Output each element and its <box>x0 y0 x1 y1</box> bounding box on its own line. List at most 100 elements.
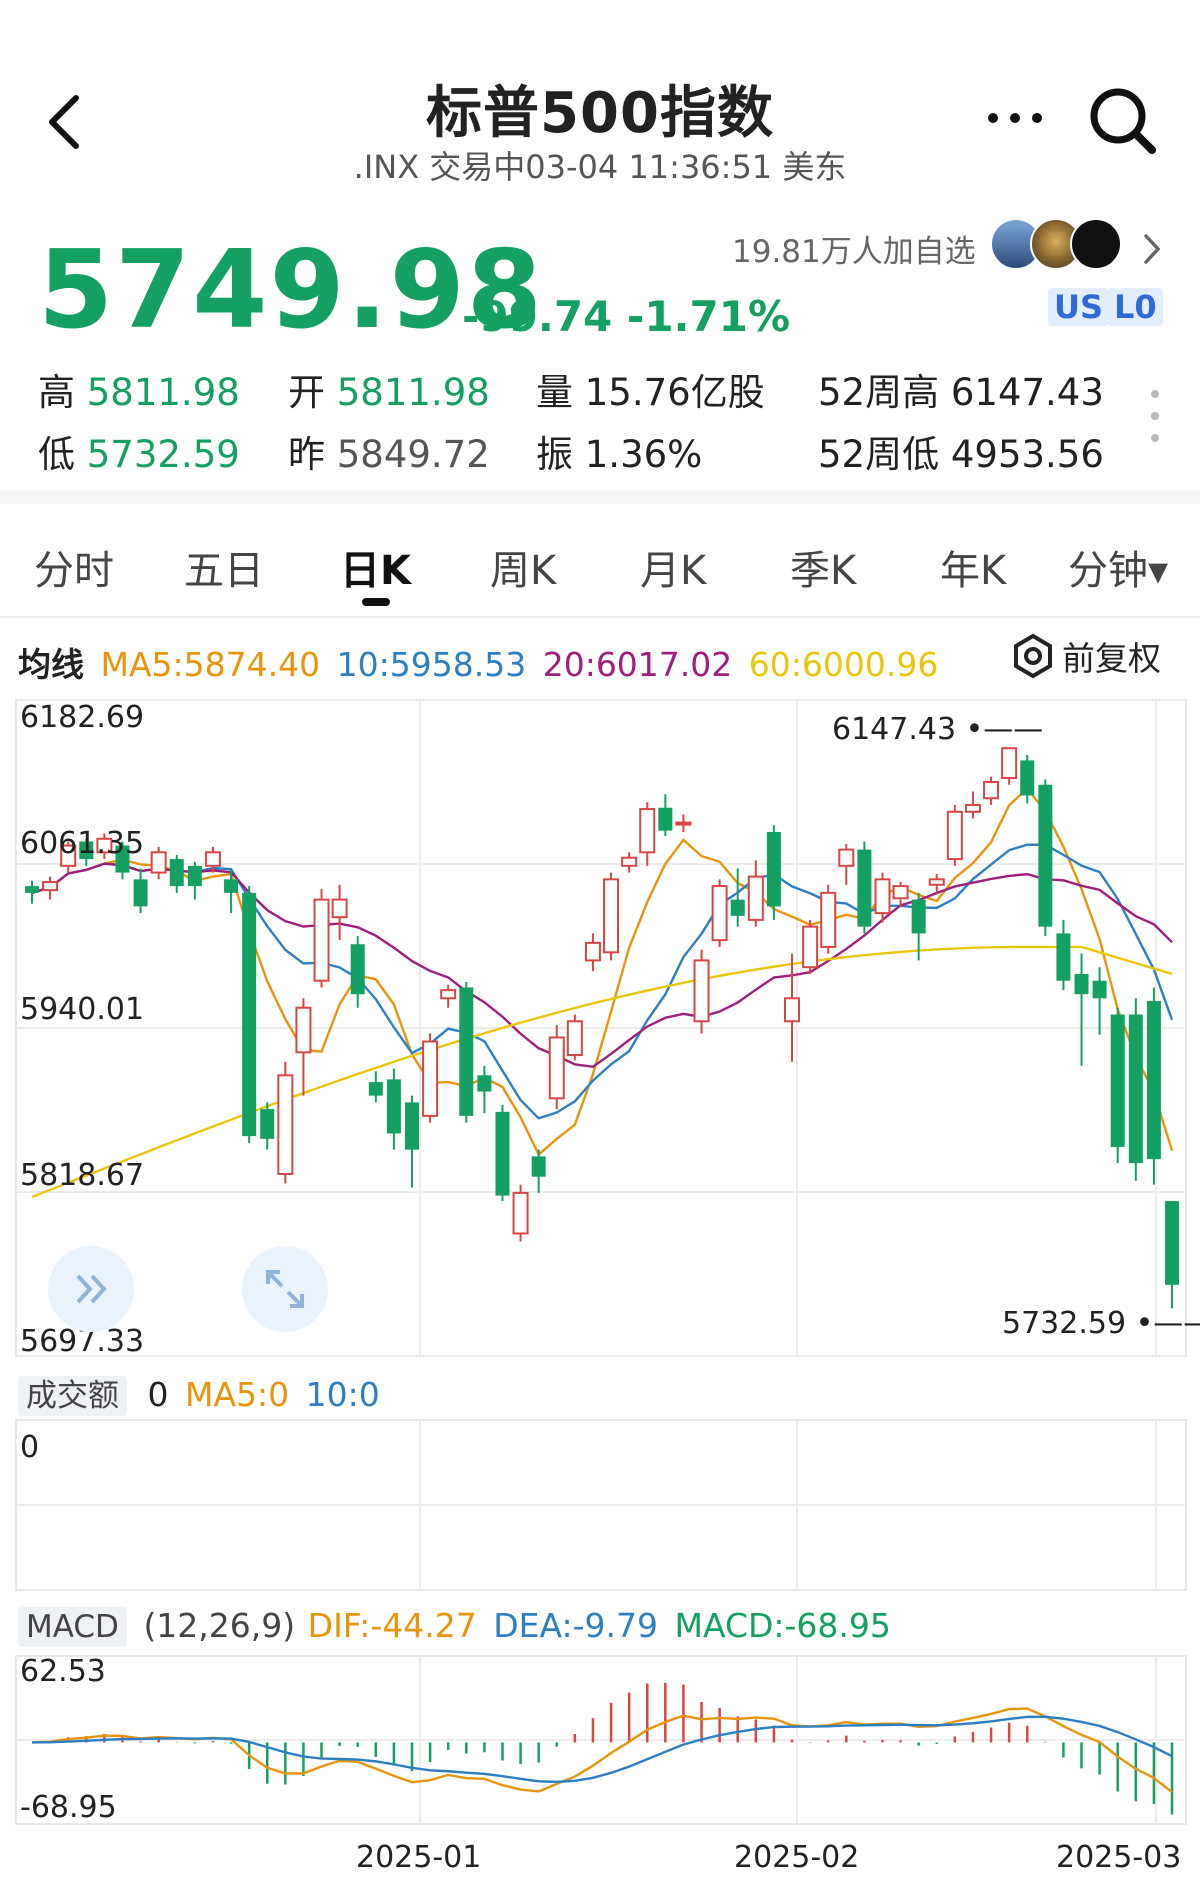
dea-line <box>31 1715 1173 1784</box>
y-tick-label: 5818.67 <box>20 1158 145 1193</box>
candle-body <box>1020 760 1035 796</box>
candle-body <box>711 885 728 942</box>
ma5-line <box>31 786 1174 1157</box>
x-tick-label: 2025-02 <box>734 1840 860 1875</box>
tab-daily-k[interactable]: 日K <box>340 538 411 596</box>
candle-body <box>531 1156 546 1177</box>
followers-count[interactable]: 19.81万人加自选 <box>732 226 976 271</box>
tab-quarterly-k[interactable]: 季K <box>790 538 856 596</box>
candle-body <box>405 1102 419 1150</box>
candle-body <box>548 1036 565 1100</box>
tab-divider <box>0 616 1200 618</box>
candle-body <box>747 875 764 921</box>
candle-body <box>838 848 855 867</box>
candle-body <box>422 1040 439 1117</box>
tab-five-day[interactable]: 五日 <box>184 538 264 596</box>
volume-axis-top: 0 <box>20 1430 40 1465</box>
search-icon[interactable] <box>1088 86 1158 156</box>
stat-prev-close: 昨 5849.72 <box>288 433 490 476</box>
stat-52w-low: 52周低 4953.56 <box>818 433 1104 476</box>
candle-body <box>42 881 59 892</box>
candle-body <box>204 851 221 867</box>
price-adjust-toggle[interactable]: 前复权 <box>1010 632 1161 680</box>
fullscreen-button[interactable] <box>242 1246 328 1332</box>
price-change: -99.74 -1.71% <box>462 292 791 341</box>
candle-body <box>386 1079 401 1134</box>
low-annotation: 5732.59 •—— <box>1002 1306 1200 1341</box>
tab-monthly-k[interactable]: 月K <box>640 538 706 596</box>
candle-body <box>1001 747 1018 779</box>
candle-body <box>1146 1000 1161 1160</box>
ma-legend: 均线 MA5:5874.40 10:5958.53 20:6017.02 60:… <box>18 645 939 684</box>
level-badge: L0 <box>1108 288 1163 326</box>
expand-arrows-icon <box>266 1270 304 1308</box>
candle-body <box>946 810 963 861</box>
high-annotation: 6147.43 •—— <box>832 712 1044 747</box>
stat-open: 开 5811.98 <box>288 371 490 414</box>
candle-body <box>1128 1014 1143 1164</box>
candle-body <box>512 1191 529 1235</box>
stat-amplitude: 振 1.36% <box>536 433 703 476</box>
candle-body <box>802 925 819 969</box>
ma20-line <box>31 862 1173 1069</box>
candle-body <box>874 878 891 915</box>
candle-body <box>295 1006 312 1054</box>
candle-body <box>1092 980 1107 999</box>
ma10-line <box>31 843 1174 1120</box>
candle-body <box>1056 933 1071 981</box>
candle-body <box>331 898 348 919</box>
candle-body <box>368 1082 383 1096</box>
candle-body <box>495 1111 510 1196</box>
volume-type-selector[interactable]: 成交额 <box>18 1376 127 1416</box>
candle-body <box>911 899 926 934</box>
candle-body <box>187 865 202 887</box>
y-tick-label: 6061.35 <box>20 826 145 861</box>
candle-body <box>440 989 457 1000</box>
candle-body <box>260 1109 275 1139</box>
candle-body <box>25 886 39 893</box>
macd-legend: MACD (12,26,9) DIF:-44.27 DEA:-9.79 MACD… <box>18 1606 891 1647</box>
candle-body <box>313 898 330 982</box>
candle-body <box>277 1074 294 1175</box>
stat-52w-high: 52周高 6147.43 <box>818 371 1104 414</box>
follower-avatar <box>1070 218 1122 270</box>
candle-body <box>675 821 692 826</box>
candlestick-chart[interactable] <box>0 690 1200 1887</box>
x-tick-label: 2025-03 <box>1056 1840 1182 1875</box>
tab-weekly-k[interactable]: 周K <box>490 538 556 596</box>
stat-high: 高 5811.98 <box>38 371 240 414</box>
candle-body <box>242 892 257 1137</box>
indicator-selector[interactable]: MACD <box>18 1607 127 1647</box>
candle-body <box>603 878 620 954</box>
candle-body <box>730 899 745 916</box>
section-divider <box>0 490 1200 504</box>
candle-body <box>150 851 167 874</box>
expand-history-button[interactable] <box>48 1246 134 1332</box>
candle-body <box>1110 1014 1125 1147</box>
stat-volume: 量 15.76亿股 <box>536 371 765 414</box>
candle-body <box>566 1020 583 1057</box>
candle-body <box>693 959 710 1023</box>
candle-body <box>639 808 656 854</box>
macd-axis-top: 62.53 <box>20 1654 106 1689</box>
double-chevron-right-icon <box>76 1274 107 1304</box>
tab-intraday[interactable]: 分时 <box>34 538 114 596</box>
candle-body <box>892 885 909 900</box>
candle-body <box>477 1075 492 1092</box>
candle-body <box>621 856 638 867</box>
status-bar <box>0 0 1200 6</box>
candle-body <box>584 941 601 962</box>
chevron-right-icon[interactable] <box>1142 232 1162 266</box>
more-icon[interactable] <box>985 108 1045 128</box>
candle-body <box>857 849 872 927</box>
candle-body <box>983 781 1000 800</box>
candle-body <box>1038 784 1053 927</box>
tab-yearly-k[interactable]: 年K <box>940 538 1006 596</box>
active-tab-indicator <box>362 598 390 606</box>
tab-minute[interactable]: 分钟▾ <box>1068 538 1168 596</box>
candle-body <box>964 804 981 813</box>
candle-body <box>1074 973 1089 995</box>
more-vertical-icon[interactable] <box>1150 388 1160 444</box>
candle-body <box>658 807 673 831</box>
candle-body <box>766 832 781 907</box>
